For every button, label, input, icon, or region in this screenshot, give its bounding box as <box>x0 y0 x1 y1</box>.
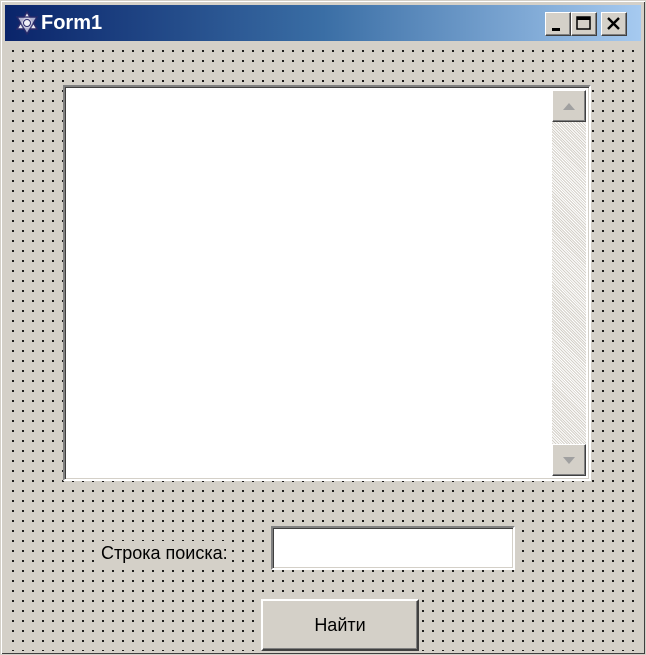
title-bar[interactable]: Form1 <box>5 5 641 41</box>
star-of-david-icon <box>15 10 39 36</box>
search-input[interactable] <box>271 526 515 570</box>
vertical-scrollbar[interactable] <box>552 90 586 476</box>
memo-text[interactable] <box>69 91 549 475</box>
window-title: Form1 <box>41 12 103 34</box>
find-button[interactable]: Найти <box>261 599 419 651</box>
scroll-up-button[interactable] <box>552 90 586 122</box>
scroll-down-button[interactable] <box>552 444 586 476</box>
search-label: Строка поиска: <box>99 541 230 565</box>
form-client-area: Строка поиска: Найти <box>5 43 641 651</box>
memo-box[interactable] <box>63 85 591 481</box>
minimize-button[interactable] <box>545 12 571 36</box>
close-button[interactable] <box>601 12 627 36</box>
form-window: Form1 Строка поиска: Найти <box>0 0 646 655</box>
maximize-button[interactable] <box>571 12 597 36</box>
